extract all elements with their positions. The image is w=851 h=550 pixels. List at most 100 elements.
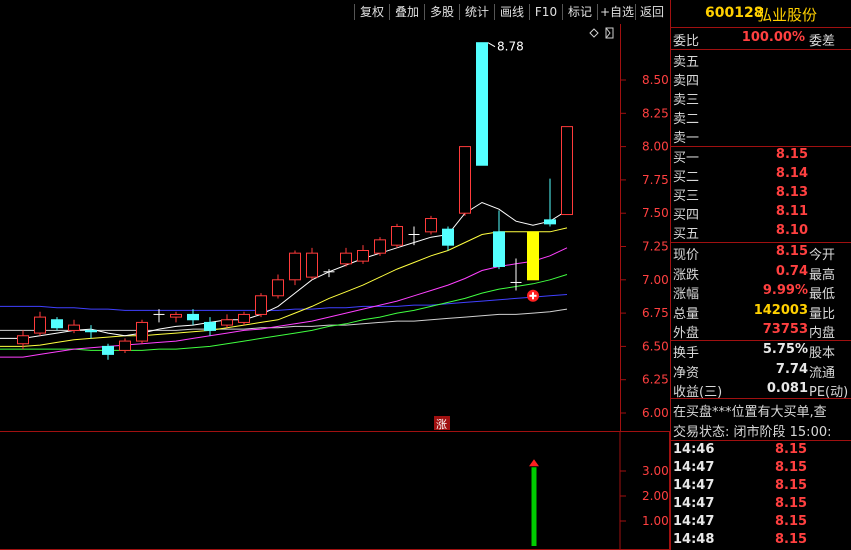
candle-body xyxy=(221,319,233,326)
price-tick-label: 8.25 xyxy=(642,106,669,120)
buy-level-5: 买五 8.10 xyxy=(670,223,851,242)
buy-level-label: 买二 xyxy=(673,170,700,185)
sell-level-label: 卖一 xyxy=(673,131,700,146)
price-tick-label: 6.75 xyxy=(642,306,669,320)
sell-level-3: 卖三 xyxy=(670,89,851,108)
window-icon xyxy=(605,27,614,39)
stock-code: 600128 xyxy=(705,5,764,21)
quote-label-2: 最低 xyxy=(809,287,836,302)
stock-name: 弘业股份 xyxy=(757,6,818,24)
candle-body xyxy=(17,335,29,345)
candle-body xyxy=(425,218,437,233)
candle-body xyxy=(340,252,352,265)
candle-body xyxy=(272,279,284,297)
candle-body xyxy=(68,324,80,331)
buy-level-price: 8.10 xyxy=(775,223,808,238)
limit-up-label: 涨 xyxy=(436,418,447,431)
candle-body xyxy=(544,219,556,225)
max-price-label: 8.78 xyxy=(497,40,524,54)
price-tick-label: 6.50 xyxy=(642,339,669,353)
tick-time: 14:47 xyxy=(673,496,715,511)
volume-tick-label: 2.00 xyxy=(642,489,669,503)
candle-body xyxy=(476,42,488,166)
buy-level-2: 买二 8.14 xyxy=(670,166,851,185)
volume-arrow-icon xyxy=(529,459,539,467)
candle-body xyxy=(374,239,386,254)
buy-level-price: 8.15 xyxy=(775,147,808,162)
price-tick-label: 7.75 xyxy=(642,173,669,187)
quote-value: 0.081 xyxy=(766,381,808,396)
price-tick-label: 7.00 xyxy=(642,273,669,287)
candle-body xyxy=(119,340,131,351)
candle-body xyxy=(442,228,454,246)
price-tick-label: 7.50 xyxy=(642,206,669,220)
candle-body xyxy=(459,146,471,214)
quote-label: 净资 xyxy=(673,365,700,381)
sell-level-label: 卖四 xyxy=(673,74,700,89)
buy-level-label: 买一 xyxy=(673,151,700,166)
price-tick-label: 6.25 xyxy=(642,373,669,387)
quote-value: 5.75% xyxy=(762,342,808,357)
tick-time: 14:47 xyxy=(673,514,715,529)
tick-row: 14:47 8.15 xyxy=(670,514,851,532)
quote-panel: 600128 弘业股份 委比 100.00% 委差 卖五卖四 卖三 卖二卖一 买一 8… xyxy=(670,0,851,550)
order-diff-label: 委差 xyxy=(809,34,836,49)
quote-label: 换手 xyxy=(673,346,700,361)
quote-value: 7.74 xyxy=(775,361,808,377)
sell-level-label: 卖五 xyxy=(673,55,700,70)
buy-level-label: 买三 xyxy=(673,189,700,204)
buy-level-3: 买三 8.13 xyxy=(670,185,851,204)
quote2-row-0: 换手 5.75% 股本 xyxy=(670,342,851,361)
candle-body xyxy=(289,252,301,281)
quote-label-2: 股本 xyxy=(809,346,836,361)
tick-price: 8.15 xyxy=(775,442,808,457)
candle-body xyxy=(561,126,573,216)
order-ratio-row: 委比 100.00% 委差 xyxy=(670,30,851,49)
tick-price: 8.15 xyxy=(775,460,808,475)
order-ratio-label: 委比 xyxy=(673,34,700,49)
quote2-row-1: 净资 7.74 流通 xyxy=(670,361,851,381)
quote-label: 总量 xyxy=(673,306,700,322)
tick-time: 14:46 xyxy=(673,442,715,457)
candle-body xyxy=(136,321,148,342)
candle-body xyxy=(102,345,114,355)
buy-level-1: 买一 8.15 xyxy=(670,147,851,166)
quote-row-3: 总量 142003 量比 xyxy=(670,303,851,322)
quote-value: 0.74 xyxy=(775,263,808,279)
tick-price: 8.15 xyxy=(775,532,808,547)
buy-level-price: 8.13 xyxy=(775,185,808,200)
alert-message: 在买盘***位置有大买单,查 xyxy=(670,401,851,420)
quote-value: 9.99% xyxy=(762,283,808,298)
sell-level-2: 卖二 xyxy=(670,108,851,127)
candle-body xyxy=(85,329,97,333)
candle-body xyxy=(493,231,505,267)
quote-row-0: 现价 8.15 今开 xyxy=(670,244,851,263)
tick-price: 8.15 xyxy=(775,478,808,493)
price-tick-label: 6.00 xyxy=(642,406,669,420)
quote-label-2: 流通 xyxy=(809,365,836,381)
order-ratio-value: 100.00% xyxy=(741,30,805,45)
tick-time: 14:47 xyxy=(673,478,715,493)
sell-level-5: 卖五 xyxy=(670,51,851,70)
tick-row: 14:47 8.15 xyxy=(670,460,851,478)
candle-body xyxy=(238,313,250,323)
candle-body xyxy=(51,319,63,329)
quote-label-2: 今开 xyxy=(809,248,836,263)
buy-level-label: 买五 xyxy=(673,227,700,242)
quote-label: 外盘 xyxy=(673,326,700,341)
candle-body xyxy=(204,321,216,331)
kline-chart[interactable]: 8.50 8.25 8.00 7.75 7.50 7.25 7.00 6.75 6.50 6.25… xyxy=(0,0,670,550)
quote-label: 涨幅 xyxy=(673,287,700,302)
stock-header: 600128 弘业股份 xyxy=(670,0,851,28)
tick-row: 14:48 8.15 xyxy=(670,532,851,550)
candle-body xyxy=(255,295,267,315)
quote-row-1: 涨跌 0.74 最高 xyxy=(670,263,851,283)
buy-level-label: 买四 xyxy=(673,208,700,223)
candle-body xyxy=(527,231,539,281)
sell-level-4: 卖四 xyxy=(670,70,851,89)
quote-label-2: 量比 xyxy=(809,306,836,322)
tick-price: 8.15 xyxy=(775,496,808,511)
candle-body xyxy=(34,316,46,334)
buy-level-price: 8.14 xyxy=(775,166,808,181)
quote-label: 涨跌 xyxy=(673,267,700,283)
